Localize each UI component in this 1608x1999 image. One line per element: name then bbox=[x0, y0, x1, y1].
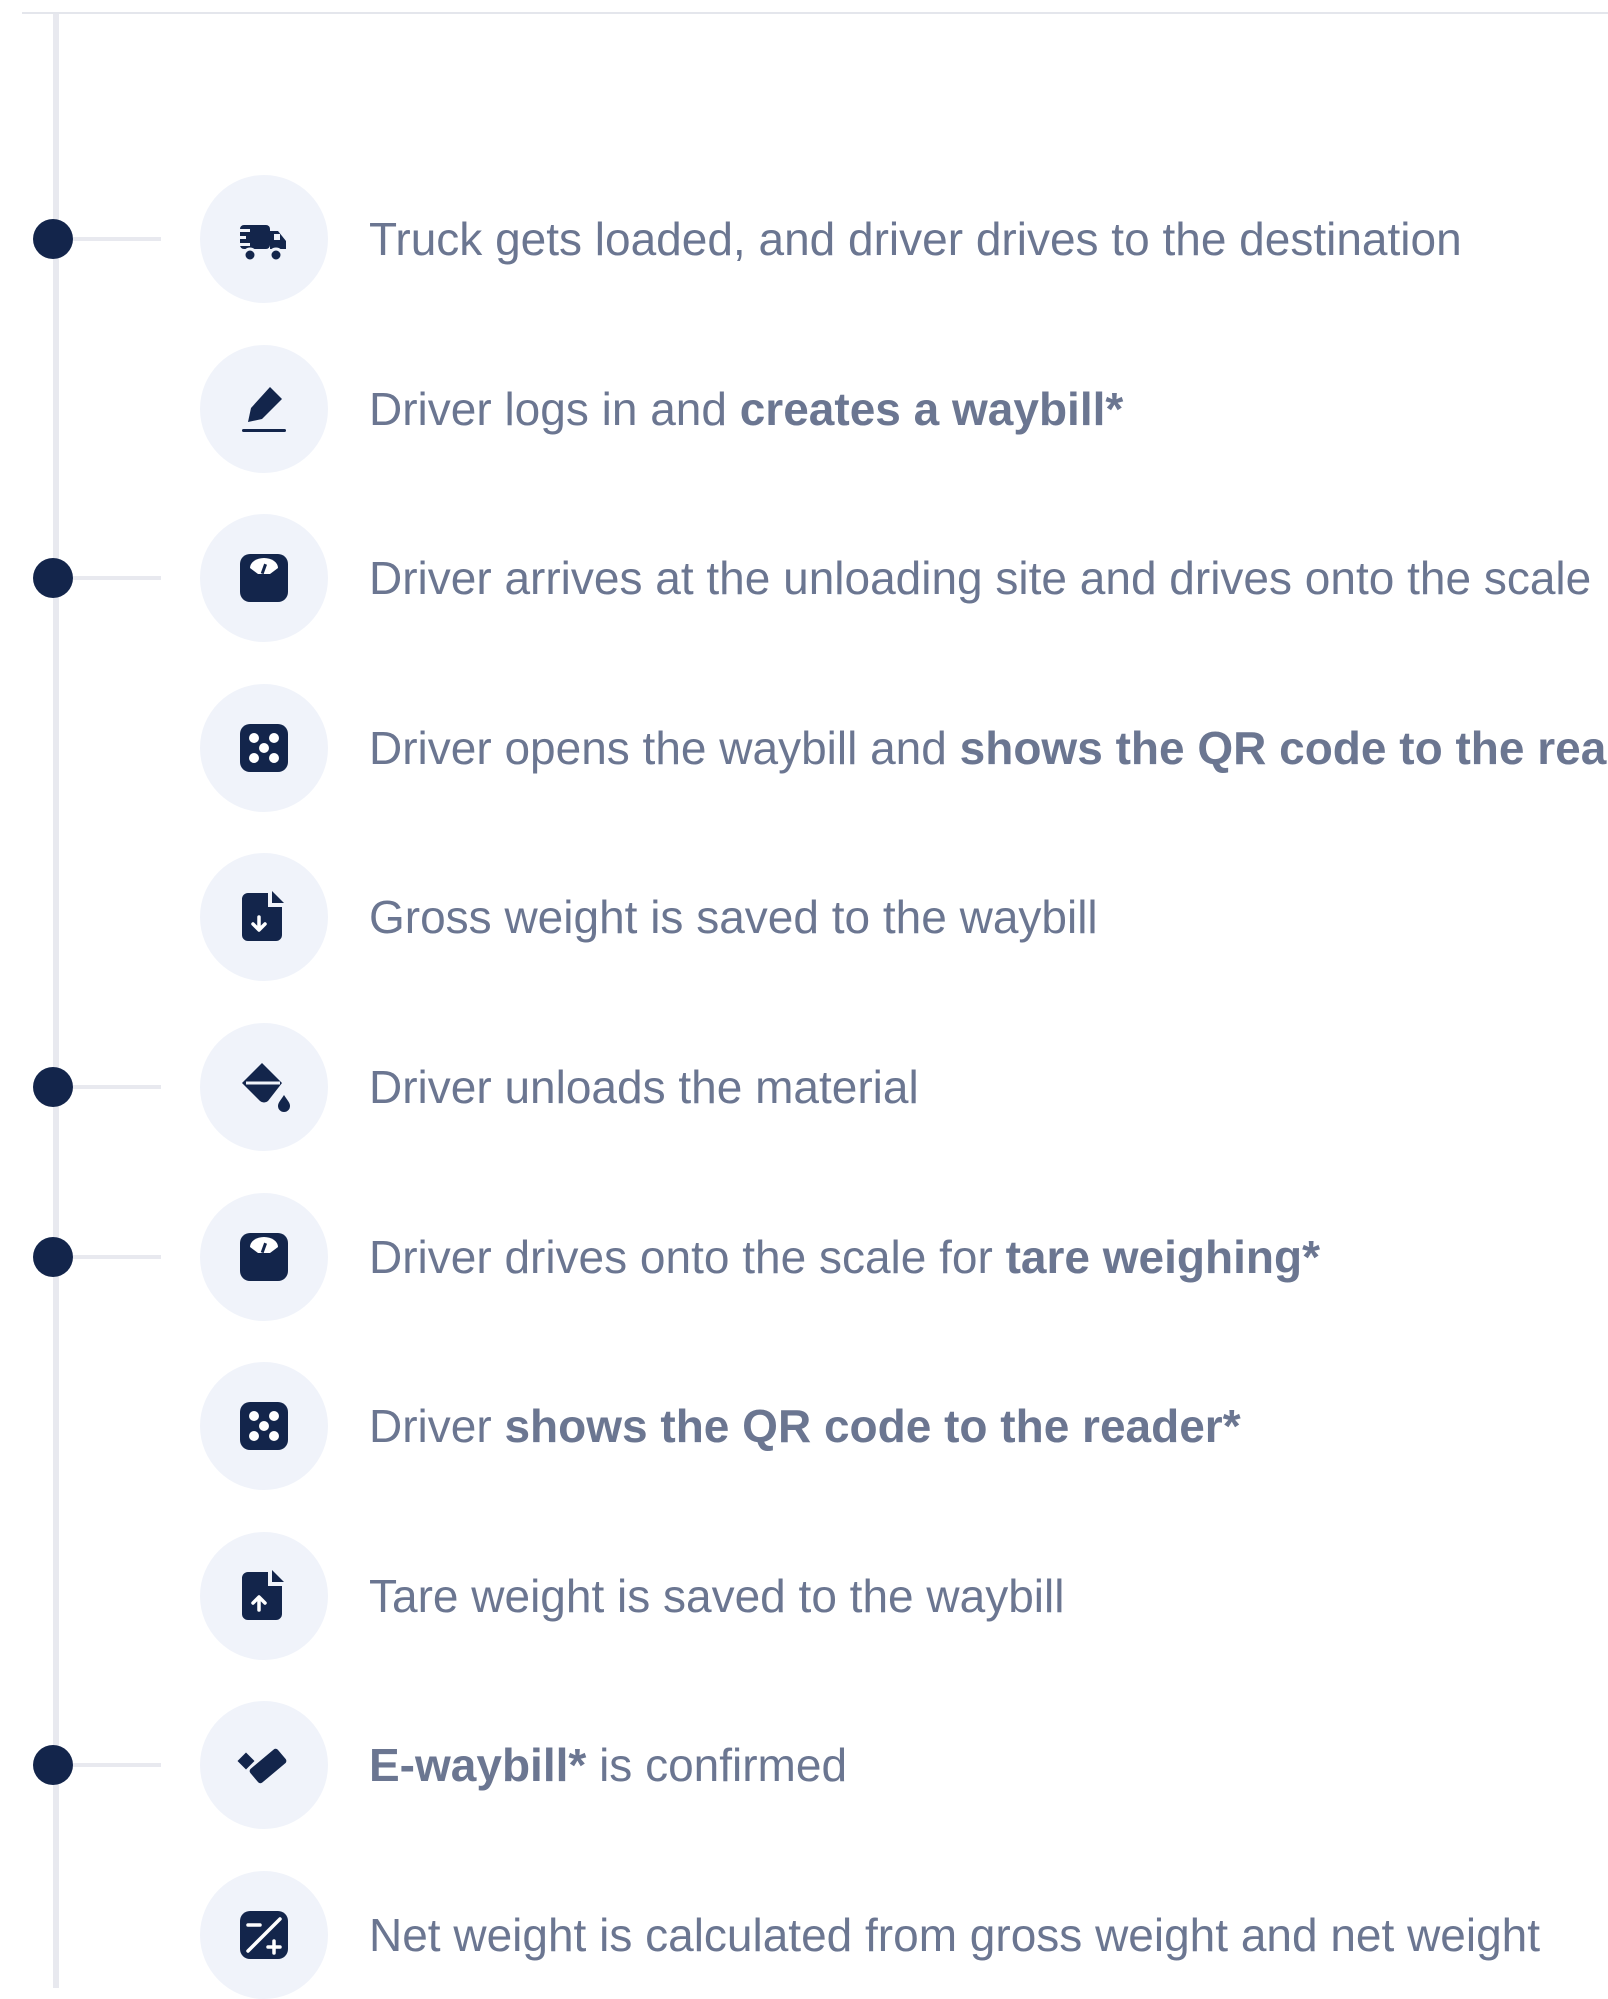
milestone-dot bbox=[33, 1067, 73, 1107]
step-text: E-waybill* is confirmed bbox=[369, 1701, 847, 1829]
step-text-part: Net weight is calculated from gross weig… bbox=[369, 1909, 1541, 1961]
scale-icon bbox=[200, 514, 328, 642]
calculator-icon bbox=[200, 1871, 328, 1999]
timeline-step: Driver logs in and creates a waybill* bbox=[0, 345, 1608, 473]
timeline-step: Truck gets loaded, and driver drives to … bbox=[0, 175, 1608, 303]
check-badge-icon bbox=[200, 1701, 328, 1829]
scale-icon bbox=[200, 1193, 328, 1321]
step-text-emphasis: tare weighing* bbox=[1005, 1231, 1320, 1283]
timeline-step: E-waybill* is confirmed bbox=[0, 1701, 1608, 1829]
step-text: Driver drives onto the scale for tare we… bbox=[369, 1193, 1320, 1321]
timeline-step: Gross weight is saved to the waybill bbox=[0, 853, 1608, 981]
timeline-step: Driver shows the QR code to the reader* bbox=[0, 1362, 1608, 1490]
step-text-emphasis: shows the QR code to the rea bbox=[959, 722, 1607, 774]
step-text-part: Driver bbox=[369, 1400, 505, 1452]
truck-fast-icon bbox=[200, 175, 328, 303]
milestone-dot bbox=[33, 1237, 73, 1277]
step-text: Driver arrives at the unloading site and… bbox=[369, 514, 1591, 642]
timeline-line bbox=[53, 14, 59, 1988]
step-text: Driver opens the waybill and shows the Q… bbox=[369, 684, 1606, 812]
step-text-emphasis: shows the QR code to the reader* bbox=[504, 1400, 1241, 1452]
milestone-connector bbox=[73, 576, 161, 580]
milestone-connector bbox=[73, 1763, 161, 1767]
step-text-part: Driver opens the waybill and bbox=[369, 722, 960, 774]
pen-signature-icon bbox=[200, 345, 328, 473]
step-text-emphasis: creates a waybill* bbox=[739, 383, 1124, 435]
step-text-part: Tare weight is saved to the waybill bbox=[369, 1570, 1065, 1622]
step-text: Net weight is calculated from gross weig… bbox=[369, 1871, 1540, 1999]
step-text-part: Driver unloads the material bbox=[369, 1061, 919, 1113]
qr-reader-icon bbox=[200, 1362, 328, 1490]
step-text: Driver unloads the material bbox=[369, 1023, 919, 1151]
step-text: Truck gets loaded, and driver drives to … bbox=[369, 175, 1462, 303]
step-text: Driver logs in and creates a waybill* bbox=[369, 345, 1123, 473]
timeline-step: Driver drives onto the scale for tare we… bbox=[0, 1193, 1608, 1321]
timeline-step: Driver opens the waybill and shows the Q… bbox=[0, 684, 1608, 812]
step-text-part: Truck gets loaded, and driver drives to … bbox=[369, 213, 1462, 265]
file-upload-icon bbox=[200, 1532, 328, 1660]
fill-drip-icon bbox=[200, 1023, 328, 1151]
milestone-connector bbox=[73, 1085, 161, 1089]
timeline-step: Driver unloads the material bbox=[0, 1023, 1608, 1151]
step-text: Driver shows the QR code to the reader* bbox=[369, 1362, 1241, 1490]
milestone-dot bbox=[33, 1745, 73, 1785]
step-text-part: Driver drives onto the scale for bbox=[369, 1231, 1006, 1283]
timeline-step: Driver arrives at the unloading site and… bbox=[0, 514, 1608, 642]
step-text: Tare weight is saved to the waybill bbox=[369, 1532, 1064, 1660]
file-download-icon bbox=[200, 853, 328, 981]
timeline-step: Tare weight is saved to the waybill bbox=[0, 1532, 1608, 1660]
qr-reader-icon bbox=[200, 684, 328, 812]
milestone-dot bbox=[33, 558, 73, 598]
milestone-dot bbox=[33, 219, 73, 259]
milestone-connector bbox=[73, 1255, 161, 1259]
step-text-part: Driver logs in and bbox=[369, 383, 740, 435]
milestone-connector bbox=[73, 237, 161, 241]
step-text: Gross weight is saved to the waybill bbox=[369, 853, 1098, 981]
step-text-part: Driver arrives at the unloading site and… bbox=[369, 552, 1592, 604]
step-text-part: Gross weight is saved to the waybill bbox=[369, 891, 1098, 943]
timeline-step: Net weight is calculated from gross weig… bbox=[0, 1871, 1608, 1999]
top-divider bbox=[22, 12, 1608, 14]
step-text-part: is confirmed bbox=[586, 1739, 848, 1791]
step-text-emphasis: E-waybill* bbox=[369, 1739, 587, 1791]
